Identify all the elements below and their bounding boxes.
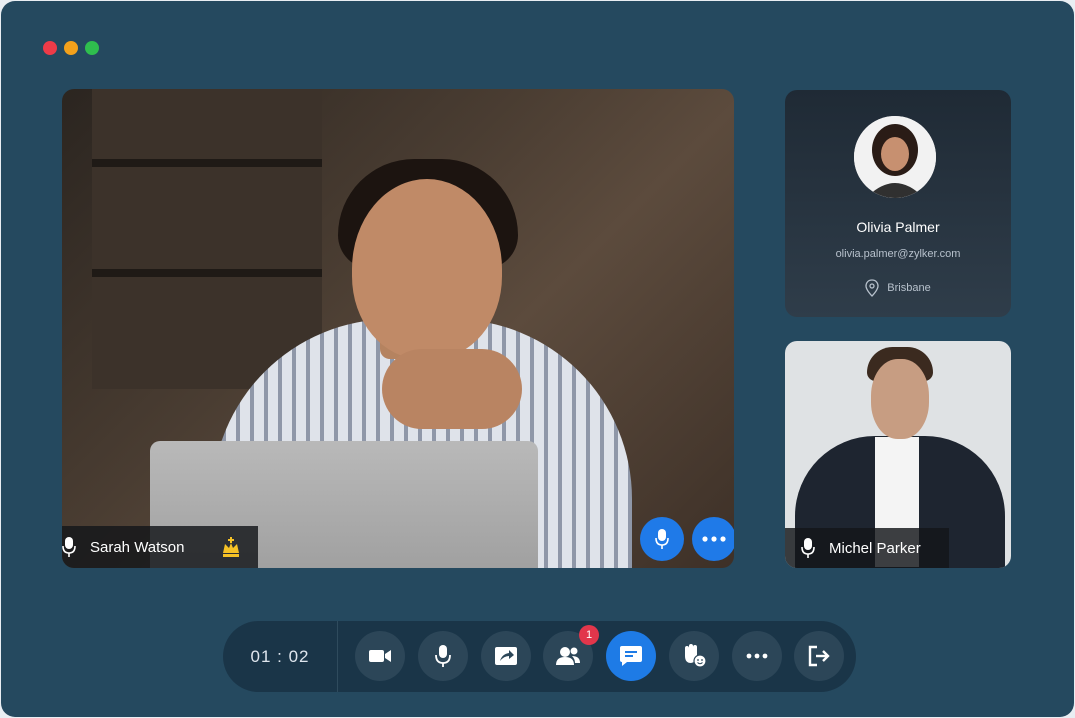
- participant-name: Sarah Watson: [90, 538, 185, 556]
- mute-participant-button[interactable]: [640, 517, 684, 561]
- video-camera-icon: [368, 648, 392, 664]
- ellipsis-icon: [746, 653, 768, 659]
- participants-count-badge: 1: [579, 625, 599, 645]
- leave-icon: [807, 645, 831, 667]
- ellipsis-icon: [702, 536, 726, 542]
- profile-email[interactable]: olivia.palmer@zylker.com: [785, 248, 1011, 260]
- share-screen-icon: [494, 646, 518, 666]
- participant-name-tag: Michel Parker: [785, 528, 949, 568]
- call-timer: 01 : 02: [223, 621, 338, 692]
- microphone-toggle-button[interactable]: [418, 631, 468, 681]
- participants-button[interactable]: 1: [543, 625, 599, 681]
- participant-name-tag: Sarah Watson: [62, 526, 258, 568]
- microphone-icon: [801, 537, 815, 559]
- more-options-button[interactable]: [732, 631, 782, 681]
- minimize-window-button[interactable]: [64, 41, 78, 55]
- participant-more-button[interactable]: [692, 517, 734, 561]
- chat-button[interactable]: [606, 631, 656, 681]
- profile-card: Olivia Palmer olivia.palmer@zylker.com B…: [785, 90, 1011, 317]
- chat-icon: [619, 645, 643, 667]
- reactions-button[interactable]: [669, 631, 719, 681]
- secondary-video-tile[interactable]: Michel Parker: [785, 341, 1011, 568]
- control-bar: 01 : 02 1: [223, 621, 856, 692]
- shelf-line: [92, 159, 322, 167]
- participant-hand: [382, 349, 522, 429]
- location-text: Brisbane: [887, 282, 931, 294]
- crown-icon: [220, 536, 242, 558]
- shelf-line: [92, 269, 322, 277]
- share-screen-button[interactable]: [481, 631, 531, 681]
- profile-location: Brisbane: [785, 279, 1011, 297]
- participants-icon: [555, 646, 581, 666]
- microphone-icon: [435, 644, 451, 668]
- participant-name: Michel Parker: [829, 539, 921, 557]
- avatar: [854, 116, 936, 198]
- microphone-icon: [62, 536, 76, 558]
- main-video-tile[interactable]: Sarah Watson: [62, 89, 734, 568]
- video-toggle-button[interactable]: [355, 631, 405, 681]
- maximize-window-button[interactable]: [85, 41, 99, 55]
- background-shelf: [92, 89, 322, 389]
- location-pin-icon: [865, 279, 879, 297]
- meeting-window: Sarah Watson Olivia Palmer olivia.palmer…: [1, 1, 1074, 717]
- close-window-button[interactable]: [43, 41, 57, 55]
- raise-hand-icon: [681, 644, 707, 668]
- participant-face: [871, 359, 929, 439]
- leave-call-button[interactable]: [794, 631, 844, 681]
- profile-name: Olivia Palmer: [856, 219, 940, 235]
- participant-face: [352, 179, 502, 359]
- microphone-icon: [655, 528, 669, 550]
